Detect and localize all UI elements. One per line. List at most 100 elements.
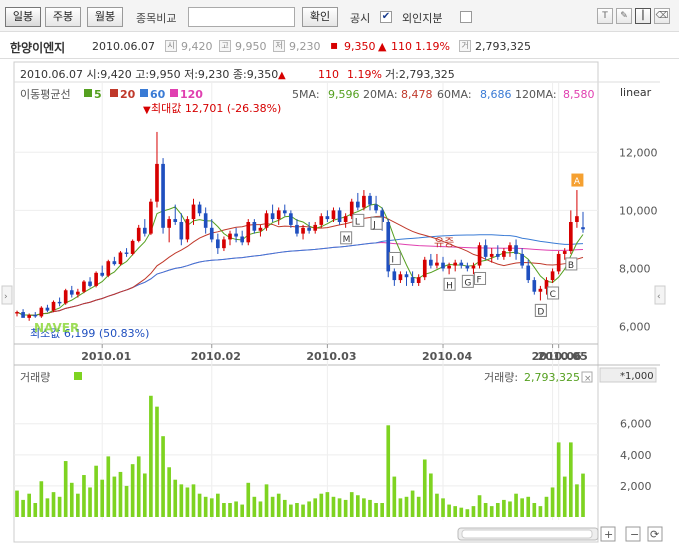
candle-body <box>149 201 153 234</box>
volume-bar <box>556 442 561 517</box>
volume-bar <box>532 503 537 517</box>
marker-l: L <box>355 217 360 227</box>
volume-bar <box>203 496 208 517</box>
volume-bar <box>392 476 397 517</box>
volume-bar <box>380 503 384 517</box>
volume-bar <box>222 503 226 517</box>
candle-body <box>216 239 220 249</box>
volume-swatch <box>74 372 82 380</box>
ma5-swatch <box>84 89 92 97</box>
candle-body <box>82 281 86 292</box>
volume-bar <box>495 503 500 517</box>
scale-mode[interactable]: linear <box>620 86 652 99</box>
marker-i: I <box>391 255 394 265</box>
candle-body <box>471 265 476 269</box>
ma60-legend: 60 <box>150 88 166 101</box>
candle-body <box>502 251 506 257</box>
volume-bar <box>508 501 512 517</box>
candle-body <box>331 210 336 220</box>
volume-bar <box>100 479 105 517</box>
volume-bar <box>386 425 391 517</box>
candle-body <box>355 201 360 208</box>
volume-bar <box>246 482 251 517</box>
marker-h: H <box>446 281 453 291</box>
volume-bar <box>489 506 494 517</box>
volume-bar <box>118 471 123 517</box>
candle-body <box>313 224 318 231</box>
naver-watermark: NAVER <box>34 321 79 335</box>
x-tick-label: 2010.02 <box>191 350 241 363</box>
candle-body <box>362 195 366 208</box>
volume-bar <box>441 498 445 517</box>
volume-bar <box>234 501 238 517</box>
candle-body <box>45 307 50 311</box>
ma120-legend: 120 <box>180 88 203 101</box>
ma60-swatch <box>140 89 148 97</box>
volume-bar <box>562 476 567 517</box>
candle-body <box>203 213 208 228</box>
volume-bar <box>282 499 287 517</box>
volume-close-glyph: × <box>584 374 592 384</box>
x-tick-label: 2010.04 <box>422 350 472 363</box>
candle-body <box>435 262 439 266</box>
zoom-slider-handle[interactable] <box>461 529 593 539</box>
volume-bar <box>514 493 518 517</box>
candle-body <box>136 227 141 241</box>
candle-body <box>106 261 111 276</box>
header-volume: 거:2,793,325 <box>385 68 455 81</box>
candle-body <box>489 253 494 257</box>
header-change: 110 <box>318 68 339 81</box>
candle-body <box>532 280 537 292</box>
volume-bar <box>569 442 573 517</box>
volume-bar <box>136 456 141 517</box>
y-tick-label: 10,000 <box>619 204 658 217</box>
volume-bar <box>76 493 80 517</box>
candle-body <box>398 274 403 281</box>
candle-body <box>39 307 44 317</box>
candle-body <box>222 239 226 249</box>
volume-bar <box>45 498 50 517</box>
volume-tick-label: 2,000 <box>620 480 652 493</box>
candle-body <box>228 233 232 240</box>
candle-body <box>319 216 324 225</box>
volume-value-label: 거래량: <box>484 371 518 384</box>
volume-bar <box>33 503 38 517</box>
candle-body <box>276 210 281 220</box>
price-chart[interactable]: MLKJIHGFEDCBA6,0008,00010,00012,0002010.… <box>0 0 679 544</box>
candle-body <box>556 253 561 272</box>
volume-bar <box>477 495 482 517</box>
candle-body <box>526 265 531 281</box>
candle-body <box>289 213 293 225</box>
volume-bar <box>374 503 378 517</box>
volume-bar <box>264 484 269 517</box>
candle-body <box>118 252 123 265</box>
volume-bar <box>343 499 348 517</box>
volume-bar <box>447 504 451 517</box>
volume-bar <box>69 482 74 517</box>
x-tick-label: 2010.06 <box>532 350 582 363</box>
candle-body <box>209 227 214 240</box>
candle-body <box>240 236 245 243</box>
candle-body <box>368 195 372 205</box>
volume-bar <box>179 484 184 517</box>
rights-offering-label[interactable]: 유증 <box>434 236 454 249</box>
volume-bar <box>191 484 196 517</box>
volume-bar <box>161 436 165 517</box>
volume-bar <box>88 487 92 517</box>
header-ohlc: 2010.06.07 시:9,420 고:9,950 저:9,230 종:9,3… <box>20 68 278 81</box>
candle-body <box>301 227 305 234</box>
ma60-value: 8,686 <box>480 88 512 101</box>
marker-c: C <box>550 290 556 300</box>
volume-bar <box>295 503 299 517</box>
candle-body <box>343 216 348 222</box>
candle-body <box>453 262 458 266</box>
candle-body <box>94 272 98 286</box>
volume-bar <box>465 509 470 517</box>
volume-bar <box>398 498 403 517</box>
candle-body <box>514 245 518 254</box>
volume-bar <box>63 461 68 517</box>
volume-bar <box>459 507 464 517</box>
candle-body <box>538 288 543 292</box>
candle-body <box>562 251 567 254</box>
volume-bar <box>349 492 354 517</box>
